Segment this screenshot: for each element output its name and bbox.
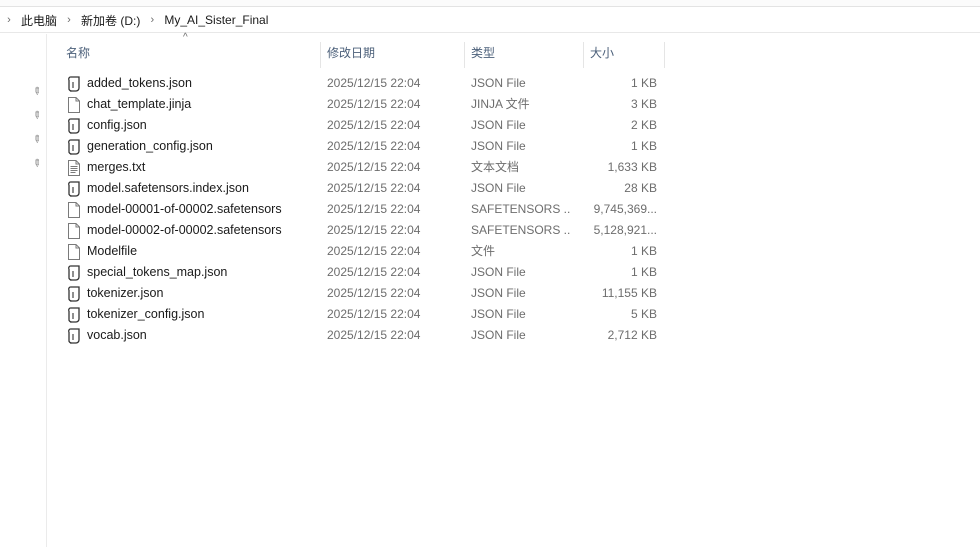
file-date-modified: 2025/12/15 22:04 (327, 286, 421, 300)
file-row[interactable]: model-00001-of-00002.safetensors 2025/12/… (47, 199, 667, 220)
file-type: JSON File (471, 181, 526, 195)
file-date-modified: 2025/12/15 22:04 (327, 76, 421, 90)
file-type: 文件 (471, 244, 496, 258)
file-size: 5 KB (630, 307, 657, 321)
file-name: tokenizer_config.json (87, 307, 205, 321)
file-date-modified: 2025/12/15 22:04 (327, 181, 421, 195)
file-row[interactable]: model-00002-of-00002.safetensors 2025/12/… (47, 220, 667, 241)
pin-icon[interactable]: ✎ (28, 156, 45, 173)
text-file-icon (67, 160, 81, 176)
file-date-modified: 2025/12/15 22:04 (327, 139, 421, 153)
chevron-right-icon[interactable]: › (0, 10, 18, 30)
file-type: JSON File (471, 139, 526, 153)
file-date-modified: 2025/12/15 22:04 (327, 202, 421, 216)
chevron-right-icon[interactable]: › (143, 10, 161, 30)
column-divider[interactable] (664, 42, 665, 68)
file-type: JSON File (471, 265, 526, 279)
file-row[interactable]: config.json 2025/12/15 22:04 JSON File 2 KB (47, 115, 667, 136)
file-row[interactable]: tokenizer_config.json 2025/12/15 22:04 JSO… (47, 304, 667, 325)
file-type: 文本文档 (471, 160, 520, 174)
file-type: SAFETENSORS ... (471, 223, 571, 237)
file-type: JSON File (471, 76, 526, 90)
file-name: merges.txt (87, 160, 146, 174)
file-size: 2 KB (630, 118, 657, 132)
file-date-modified: 2025/12/15 22:04 (327, 265, 421, 279)
column-name[interactable]: 名称 (60, 42, 320, 68)
file-name: tokenizer.json (87, 286, 164, 300)
file-date-modified: 2025/12/15 22:04 (327, 244, 421, 258)
generic-file-icon (67, 244, 81, 260)
file-row[interactable]: merges.txt 2025/12/15 22:04 文本文档 1,633 KB (47, 157, 667, 178)
file-row[interactable]: vocab.json 2025/12/15 22:04 JSON File 2,712… (47, 325, 667, 346)
top-strip (0, 0, 980, 7)
file-row[interactable]: chat_template.jinja 2025/12/15 22:04 JINJA… (47, 94, 667, 115)
file-name: Modelfile (87, 244, 138, 258)
breadcrumb-drive-d[interactable]: 新加卷 (D:) (78, 10, 143, 31)
file-size: 1 KB (630, 244, 657, 258)
column-date-modified[interactable]: 修改日期 (321, 42, 464, 68)
json-file-icon (67, 181, 81, 197)
generic-file-icon (67, 223, 81, 239)
chevron-right-icon[interactable]: › (60, 10, 78, 30)
file-type: JSON File (471, 118, 526, 132)
breadcrumb: › 此电脑 › 新加卷 (D:) › My_AI_Sister_Final (0, 8, 980, 33)
file-name: added_tokens.json (87, 76, 192, 90)
file-date-modified: 2025/12/15 22:04 (327, 307, 421, 321)
file-size: 1 KB (630, 265, 657, 279)
generic-file-icon (67, 97, 81, 113)
file-size: 1 KB (630, 76, 657, 90)
file-size: 1,633 KB (607, 160, 657, 174)
file-row[interactable]: model.safetensors.index.json 2025/12/15 2… (47, 178, 667, 199)
file-date-modified: 2025/12/15 22:04 (327, 223, 421, 237)
file-size: 1 KB (630, 139, 657, 153)
file-size: 11,155 KB (601, 286, 657, 300)
file-name: vocab.json (87, 328, 147, 342)
file-type: JSON File (471, 307, 526, 321)
file-name: generation_config.json (87, 139, 213, 153)
column-size[interactable]: 大小 (584, 42, 664, 68)
pin-icon[interactable]: ✎ (28, 108, 45, 125)
file-list: added_tokens.json 2025/12/15 22:04 JSON Fi… (47, 73, 667, 346)
json-file-icon (67, 307, 81, 323)
file-size: 2,712 KB (607, 328, 657, 342)
file-type: JINJA 文件 (471, 97, 530, 111)
file-date-modified: 2025/12/15 22:04 (327, 328, 421, 342)
column-header: ^ 名称 修改日期 类型 大小 (47, 32, 667, 68)
json-file-icon (67, 265, 81, 281)
file-type: JSON File (471, 286, 526, 300)
json-file-icon (67, 118, 81, 134)
file-type: SAFETENSORS ... (471, 202, 571, 216)
pin-icon[interactable]: ✎ (28, 84, 45, 101)
json-file-icon (67, 76, 81, 92)
file-size: 3 KB (630, 97, 657, 111)
file-name: model.safetensors.index.json (87, 181, 249, 195)
json-file-icon (67, 286, 81, 302)
file-size: 28 KB (624, 181, 657, 195)
json-file-icon (67, 139, 81, 155)
breadcrumb-this-pc[interactable]: 此电脑 (18, 10, 60, 31)
file-size: 9,745,369... (593, 202, 657, 216)
breadcrumb-current-folder[interactable]: My_AI_Sister_Final (161, 11, 271, 29)
file-name: special_tokens_map.json (87, 265, 228, 279)
column-type[interactable]: 类型 (465, 42, 583, 68)
file-name: model-00002-of-00002.safetensors (87, 223, 282, 237)
file-row[interactable]: generation_config.json 2025/12/15 22:04 JS… (47, 136, 667, 157)
file-name: model-00001-of-00002.safetensors (87, 202, 282, 216)
file-row[interactable]: special_tokens_map.json 2025/12/15 22:04 J… (47, 262, 667, 283)
file-name: config.json (87, 118, 147, 132)
file-size: 5,128,921... (593, 223, 657, 237)
file-type: JSON File (471, 328, 526, 342)
file-date-modified: 2025/12/15 22:04 (327, 160, 421, 174)
generic-file-icon (67, 202, 81, 218)
file-row[interactable]: Modelfile 2025/12/15 22:04 文件 1 KB (47, 241, 667, 262)
navigation-pane: ✎ ✎ ✎ ✎ (0, 34, 47, 547)
json-file-icon (67, 328, 81, 344)
file-row[interactable]: added_tokens.json 2025/12/15 22:04 JSON Fi… (47, 73, 667, 94)
file-row[interactable]: tokenizer.json 2025/12/15 22:04 JSON File 1… (47, 283, 667, 304)
file-date-modified: 2025/12/15 22:04 (327, 97, 421, 111)
file-name: chat_template.jinja (87, 97, 192, 111)
file-date-modified: 2025/12/15 22:04 (327, 118, 421, 132)
pin-icon[interactable]: ✎ (28, 132, 45, 149)
